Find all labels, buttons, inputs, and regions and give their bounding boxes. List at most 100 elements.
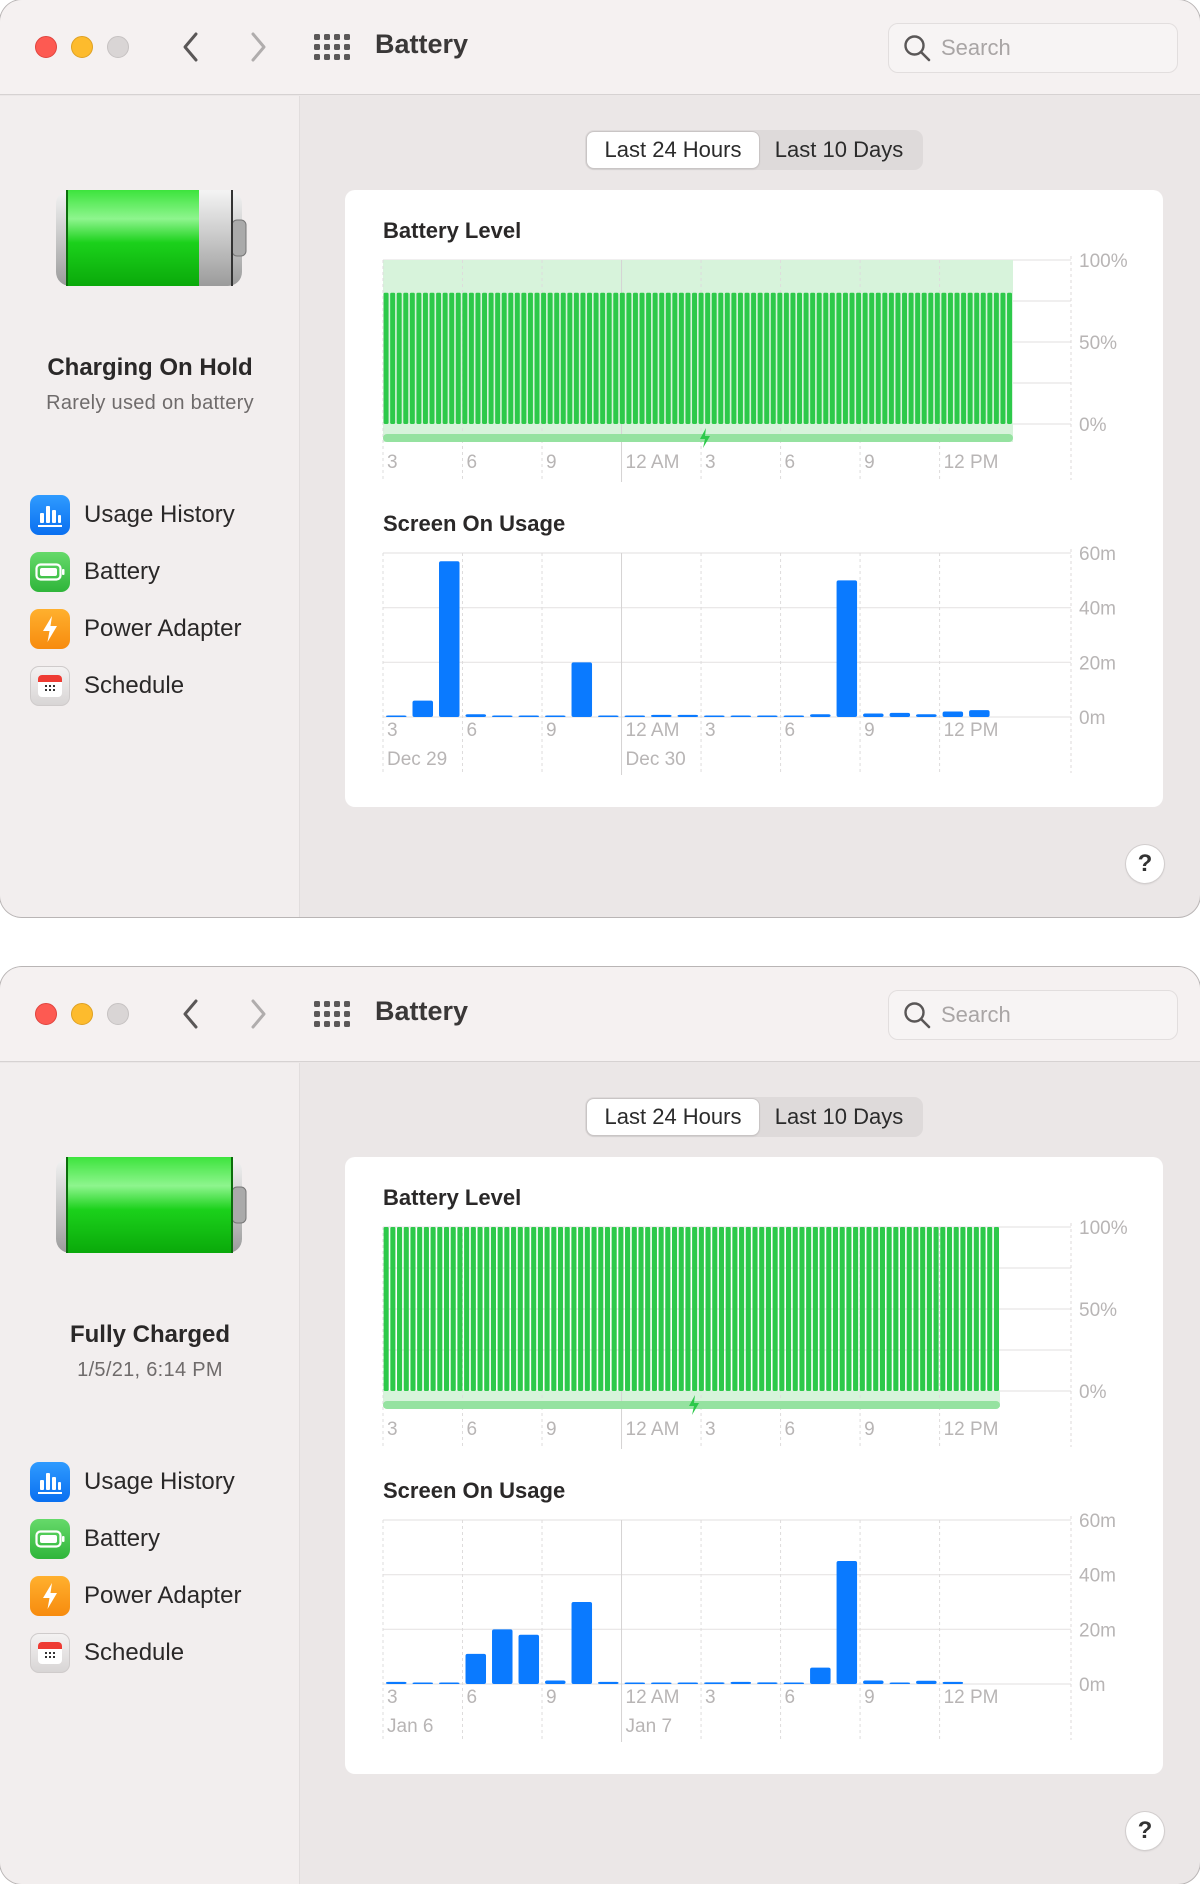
minimize-button[interactable]: [71, 36, 93, 58]
usage-history-icon: [30, 1461, 70, 1502]
battery-status-subtitle: Rarely used on battery: [46, 392, 254, 414]
close-button[interactable]: [35, 1003, 57, 1025]
usage-x-tick-label: 6: [467, 720, 478, 741]
battery-level-bar: [698, 292, 704, 424]
usage-y-tick-label: 20m: [1079, 1620, 1116, 1641]
battery-level-bar: [839, 1227, 845, 1391]
search-icon: [904, 1002, 931, 1029]
battery-level-bar: [517, 1227, 523, 1391]
sidebar-item-schedule[interactable]: Schedule: [18, 1624, 283, 1681]
show-all-grid-button[interactable]: [314, 1000, 350, 1028]
battery-level-bar: [974, 292, 980, 424]
minimize-button[interactable]: [71, 1003, 93, 1025]
battery-level-bar: [430, 1227, 436, 1391]
battery-level-bar: [383, 1227, 389, 1391]
help-button[interactable]: ?: [1126, 845, 1164, 883]
forward-button[interactable]: [243, 28, 273, 66]
search-input[interactable]: [941, 35, 1161, 61]
back-button[interactable]: [176, 995, 206, 1033]
battery-level-bar: [826, 1227, 832, 1391]
show-all-grid-button[interactable]: [314, 33, 350, 61]
battery-level-bar: [626, 292, 632, 424]
battery-level-bar: [712, 1227, 718, 1391]
battery-level-bar: [645, 1227, 651, 1391]
sidebar: Fully Charged 1/5/21, 6:14 PM Usage Hist…: [0, 1063, 300, 1884]
tab-last-24-hours[interactable]: Last 24 Hours: [587, 1099, 759, 1135]
search-input[interactable]: [941, 1002, 1161, 1028]
sidebar-item-schedule[interactable]: Schedule: [18, 657, 283, 714]
chevron-right-icon: [251, 32, 266, 62]
battery-level-bar: [564, 1227, 570, 1391]
screen-on-usage-bar: [386, 1681, 407, 1684]
battery-x-tick-label: 6: [467, 1419, 478, 1440]
screen-on-usage-bar: [545, 1680, 566, 1684]
battery-level-bar: [731, 292, 737, 424]
search-field[interactable]: [888, 990, 1178, 1040]
battery-level-bar: [534, 292, 540, 424]
battery-level-bar: [692, 292, 697, 424]
battery-level-bar: [397, 1227, 403, 1391]
usage-y-tick-label: 0m: [1079, 708, 1105, 729]
usage-x-tick-label: 3: [705, 1687, 716, 1708]
battery-level-bar: [416, 292, 422, 424]
battery-level-bar: [613, 292, 619, 424]
zoom-button[interactable]: [107, 1003, 129, 1025]
back-button[interactable]: [176, 28, 206, 66]
search-field[interactable]: [888, 23, 1178, 73]
battery-level-bar: [508, 292, 514, 424]
battery-level-bar: [980, 1227, 986, 1391]
battery-y-tick-label: 50%: [1079, 333, 1117, 354]
tab-last-10-days[interactable]: Last 10 Days: [759, 132, 919, 168]
tab-last-24-hours[interactable]: Last 24 Hours: [587, 132, 759, 168]
battery-level-bar: [632, 292, 638, 424]
battery-status-title: Charging On Hold: [47, 354, 253, 381]
sidebar-item-battery[interactable]: Battery: [18, 1510, 283, 1567]
battery-x-tick-label: 12 PM: [944, 452, 999, 473]
main-pane: Last 24 Hours Last 10 Days Battery Level…: [301, 96, 1200, 917]
battery-level-bar: [417, 1227, 423, 1391]
sidebar-item-label: Schedule: [84, 671, 185, 699]
battery-level-bar: [410, 1227, 416, 1391]
sidebar-item-power-adapter[interactable]: Power Adapter: [18, 600, 283, 657]
battery-level-bar: [933, 1227, 939, 1391]
battery-x-tick-label: 12 AM: [626, 452, 680, 473]
screen-on-usage-bar: [624, 1682, 646, 1684]
battery-level-bar: [777, 292, 783, 424]
battery-level-bar: [409, 292, 415, 424]
battery-level-bar: [560, 292, 566, 424]
battery-level-bar: [665, 1227, 671, 1391]
usage-history-icon: [30, 494, 70, 535]
close-button[interactable]: [35, 36, 57, 58]
battery-level-bar: [547, 292, 553, 424]
usage-charts: 3 6 9 12 AM 3 6 9 12 PM 100% 50% 0% 3 6 9 12 AM 3 6 9 12 P…: [382, 251, 1128, 775]
schedule-icon: [30, 1632, 70, 1673]
battery-level-bar: [619, 292, 625, 424]
battery-level-bar: [799, 1227, 805, 1391]
battery-level-bar: [900, 1227, 906, 1391]
battery-level-bar: [770, 292, 776, 424]
battery-level-bar: [960, 1227, 966, 1391]
zoom-button[interactable]: [107, 36, 129, 58]
battery-level-bar: [792, 1227, 798, 1391]
battery-level-bar: [442, 292, 448, 424]
sidebar-item-label: Battery: [84, 1524, 161, 1552]
sidebar-item-usage-history[interactable]: Usage History: [18, 486, 283, 543]
screen-on-usage-bar: [836, 580, 858, 717]
help-button[interactable]: ?: [1126, 1812, 1164, 1850]
screen-on-usage-bar: [439, 561, 460, 717]
battery-y-tick-label: 50%: [1079, 1300, 1117, 1321]
battery-level-bar: [725, 1227, 731, 1391]
battery-x-tick-label: 6: [467, 452, 478, 473]
battery-level-bar: [531, 1227, 537, 1391]
sidebar-item-label: Power Adapter: [84, 614, 242, 642]
usage-y-tick-label: 60m: [1079, 1511, 1116, 1532]
battery-status-title: Fully Charged: [69, 1321, 231, 1348]
battery-level-bar: [443, 1227, 450, 1391]
battery-level-bar: [511, 1227, 517, 1391]
sidebar-item-usage-history[interactable]: Usage History: [18, 1453, 283, 1510]
sidebar-item-battery[interactable]: Battery: [18, 543, 283, 600]
forward-button[interactable]: [243, 995, 273, 1033]
sidebar-item-power-adapter[interactable]: Power Adapter: [18, 1567, 283, 1624]
tab-last-10-days[interactable]: Last 10 Days: [759, 1099, 919, 1135]
usage-date-label: Dec 29: [387, 749, 447, 770]
